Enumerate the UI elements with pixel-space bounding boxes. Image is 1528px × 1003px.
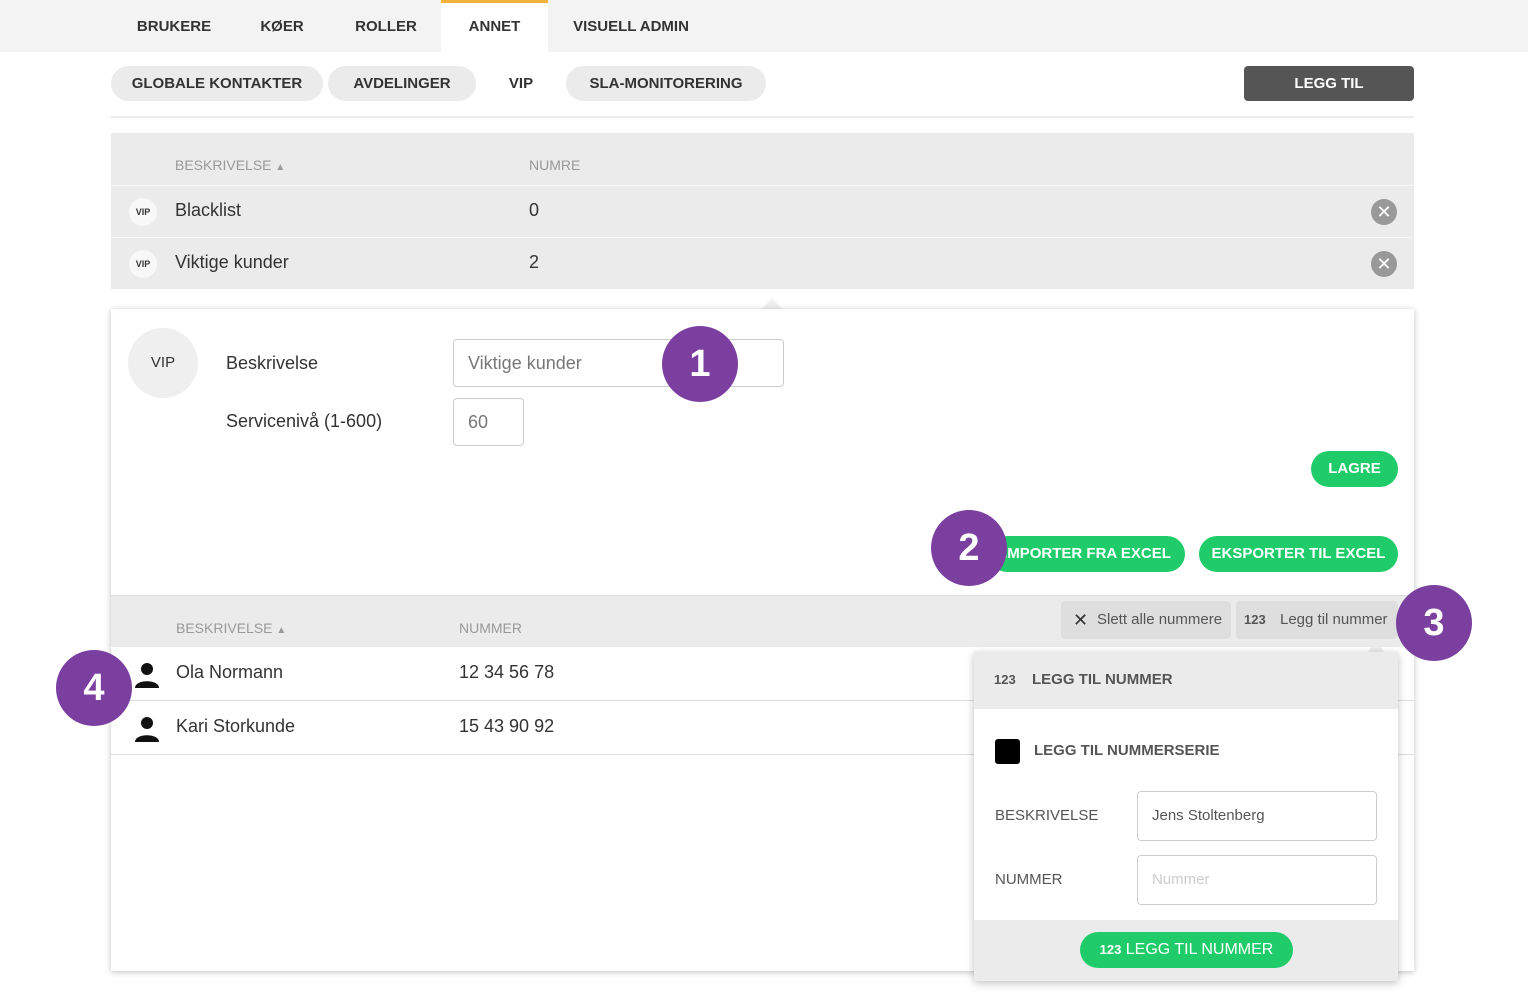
numbers-icon: 123 (1099, 942, 1122, 957)
legg-til-nummer-button[interactable]: 123 Legg til nummer (1236, 601, 1398, 639)
popover-title: LEGG TIL NUMMER (1032, 671, 1173, 688)
callout-badge-1: 1 (662, 326, 738, 402)
popover-header: 123 LEGG TIL NUMMER (974, 652, 1398, 709)
sort-asc-icon: ▲ (275, 162, 286, 173)
subtab-avdelinger[interactable]: AVDELINGER (328, 66, 476, 101)
vip-avatar: VIP (128, 328, 198, 398)
serviceniva-input[interactable]: 60 (453, 398, 524, 446)
tab-roller[interactable]: ROLLER (338, 0, 434, 52)
top-navigation: BRUKERE KØER ROLLER ANNET VISUELL ADMIN (0, 0, 1528, 52)
export-excel-button[interactable]: EKSPORTER TIL EXCEL (1199, 536, 1398, 572)
subtab-globale-kontakter[interactable]: GLOBALE KONTAKTER (111, 66, 323, 101)
subtab-sla-monitorering[interactable]: SLA-MONITORERING (566, 66, 766, 101)
series-label: LEGG TIL NUMMERSERIE (1034, 742, 1220, 759)
row-name: Viktige kunder (175, 252, 289, 272)
popover-pointer (1368, 641, 1384, 652)
tab-brukere[interactable]: BRUKERE (118, 0, 230, 52)
numbers-icon: 123 (1244, 612, 1266, 627)
row-count: 2 (529, 252, 540, 272)
serviceniva-label: Servicenivå (1-600) (226, 411, 383, 431)
tab-koer[interactable]: KØER (242, 0, 322, 52)
numbers-icon: 123 (994, 672, 1016, 687)
col-numre[interactable]: NUMRE (529, 157, 580, 173)
person-icon (135, 663, 159, 688)
vip-list-table: BESKRIVELSE ▲ NUMRE VIP Blacklist 0 ✕ VI… (111, 133, 1414, 289)
callout-badge-4: 4 (56, 650, 132, 726)
table-row[interactable]: VIP Viktige kunder 2 ✕ (111, 237, 1414, 289)
sort-asc-icon: ▲ (276, 625, 287, 636)
col-nummer[interactable]: NUMMER (459, 620, 522, 636)
number-value: 15 43 90 92 (459, 716, 555, 736)
vip-badge-icon: VIP (129, 250, 157, 278)
person-icon (135, 717, 159, 742)
submit-legg-til-nummer-button[interactable]: 123 LEGG TIL NUMMER (1080, 932, 1293, 968)
panel-pointer (762, 298, 782, 309)
callout-badge-2: 2 (931, 510, 1007, 586)
slett-alle-button[interactable]: ✕ Slett alle nummere (1061, 601, 1231, 639)
number-value: 12 34 56 78 (459, 662, 555, 682)
vip-list-header: BESKRIVELSE ▲ NUMRE (111, 133, 1414, 185)
col-beskrivelse[interactable]: BESKRIVELSE ▲ (175, 157, 285, 173)
import-excel-button[interactable]: IMPORTER FRA EXCEL (989, 536, 1185, 572)
number-name: Kari Storkunde (176, 716, 296, 736)
delete-icon[interactable]: ✕ (1371, 251, 1397, 277)
legg-til-button[interactable]: LEGG TIL (1244, 66, 1414, 101)
close-icon: ✕ (1073, 610, 1089, 630)
popover-desc-input[interactable]: Jens Stoltenberg (1137, 791, 1377, 841)
tab-annet[interactable]: ANNET (441, 0, 548, 52)
popover-num-input[interactable]: Nummer (1137, 855, 1377, 905)
legg-til-nummer-popover: 123 LEGG TIL NUMMER LEGG TIL NUMMERSERIE… (974, 652, 1398, 981)
callout-badge-3: 3 (1396, 585, 1472, 661)
lagre-button[interactable]: LAGRE (1311, 451, 1398, 487)
popover-num-label: NUMMER (995, 871, 1063, 888)
delete-icon[interactable]: ✕ (1371, 199, 1397, 225)
series-checkbox[interactable] (995, 739, 1020, 764)
popover-footer: 123 LEGG TIL NUMMER (974, 920, 1398, 981)
divider (111, 116, 1414, 118)
popover-desc-label: BESKRIVELSE (995, 807, 1099, 824)
number-name: Ola Normann (176, 662, 284, 682)
row-count: 0 (529, 200, 540, 220)
table-row[interactable]: VIP Blacklist 0 ✕ (111, 185, 1414, 237)
col-beskrivelse[interactable]: BESKRIVELSE ▲ (176, 620, 286, 636)
vip-badge-icon: VIP (129, 198, 157, 226)
tab-visuell-admin[interactable]: VISUELL ADMIN (560, 0, 702, 52)
row-name: Blacklist (175, 200, 242, 220)
beskrivelse-label: Beskrivelse (226, 353, 319, 373)
subtab-vip[interactable]: VIP (490, 66, 552, 101)
